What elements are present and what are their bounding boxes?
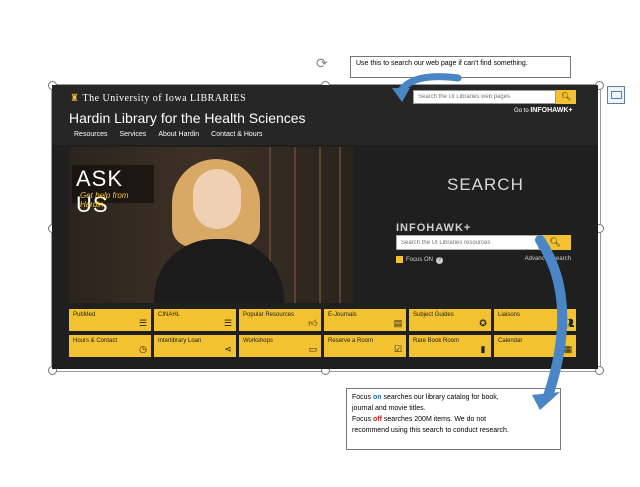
arrow-to-focus	[535, 235, 568, 401]
callout-arrows	[392, 73, 568, 410]
document-canvas: ⟳ ♜ The University of Iowa LIBRARIES Hard…	[0, 0, 640, 487]
arrow-head-web-search	[392, 88, 410, 102]
arrow-head-focus	[532, 392, 560, 410]
